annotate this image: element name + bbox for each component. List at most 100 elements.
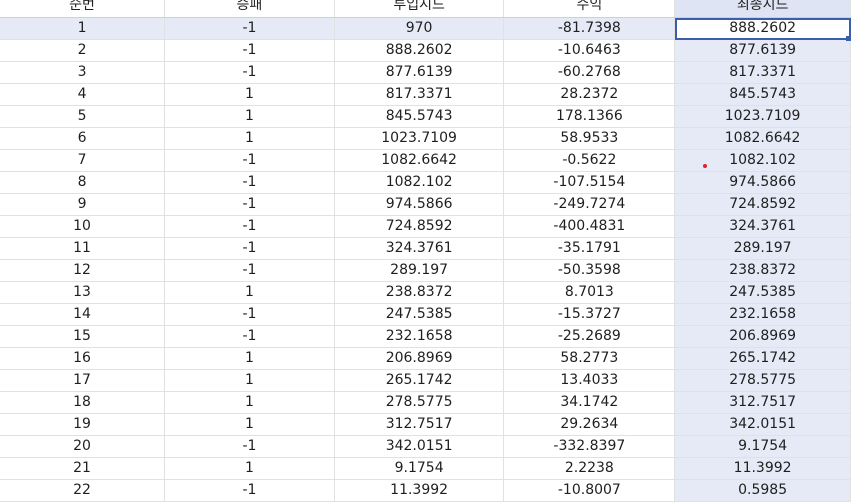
cell-order[interactable]: 12 xyxy=(0,259,166,282)
cell-profit[interactable]: 178.1366 xyxy=(503,105,676,128)
cell-input-seed[interactable]: 845.5743 xyxy=(334,105,505,128)
cell-final-seed[interactable]: 1082.6642 xyxy=(674,127,851,150)
cell-profit[interactable]: -10.8007 xyxy=(503,479,676,502)
cell-final-seed[interactable]: 888.2602 xyxy=(674,17,851,40)
cell-order[interactable]: 1 xyxy=(0,17,166,40)
cell-final-seed[interactable]: 342.0151 xyxy=(674,413,851,436)
cell-input-seed[interactable]: 1082.6642 xyxy=(334,149,505,172)
cell-order[interactable]: 14 xyxy=(0,303,166,326)
cell-final-seed[interactable]: 9.1754 xyxy=(674,435,851,458)
cell-result[interactable]: 1 xyxy=(164,83,335,106)
cell-order[interactable]: 5 xyxy=(0,105,166,128)
cell-input-seed[interactable]: 724.8592 xyxy=(334,215,505,238)
cell-order[interactable]: 19 xyxy=(0,413,166,436)
cell-order[interactable]: 16 xyxy=(0,347,166,370)
cell-final-seed[interactable]: 1023.7109 xyxy=(674,105,851,128)
cell-result[interactable]: 1 xyxy=(164,347,335,370)
cell-profit[interactable]: -400.4831 xyxy=(503,215,676,238)
cell-result[interactable]: -1 xyxy=(164,325,335,348)
cell-final-seed[interactable]: 247.5385 xyxy=(674,281,851,304)
cell-profit[interactable]: -0.5622 xyxy=(503,149,676,172)
cell-order[interactable]: 17 xyxy=(0,369,166,392)
cell-order[interactable]: 10 xyxy=(0,215,166,238)
cell-input-seed[interactable]: 974.5866 xyxy=(334,193,505,216)
cell-profit[interactable]: -60.2768 xyxy=(503,61,676,84)
cell-profit[interactable]: -50.3598 xyxy=(503,259,676,282)
cell-profit[interactable]: 29.2634 xyxy=(503,413,676,436)
cell-result[interactable]: 1 xyxy=(164,391,335,414)
cell-order[interactable]: 4 xyxy=(0,83,166,106)
cell-result[interactable]: -1 xyxy=(164,61,335,84)
cell-order[interactable]: 20 xyxy=(0,435,166,458)
cell-final-seed[interactable]: 238.8372 xyxy=(674,259,851,282)
cell-final-seed[interactable]: 877.6139 xyxy=(674,39,851,62)
cell-result[interactable]: -1 xyxy=(164,259,335,282)
cell-result[interactable]: -1 xyxy=(164,303,335,326)
cell-input-seed[interactable]: 206.8969 xyxy=(334,347,505,370)
cell-result[interactable]: 1 xyxy=(164,105,335,128)
cell-final-seed[interactable]: 11.3992 xyxy=(674,457,851,480)
cell-final-seed[interactable]: 289.197 xyxy=(674,237,851,260)
cell-order[interactable]: 7 xyxy=(0,149,166,172)
cell-order[interactable]: 18 xyxy=(0,391,166,414)
cell-final-seed[interactable]: 0.5985 xyxy=(674,479,851,502)
cell-profit[interactable]: 58.2773 xyxy=(503,347,676,370)
cell-final-seed[interactable]: 1082.102 xyxy=(674,149,851,172)
cell-order[interactable]: 8 xyxy=(0,171,166,194)
cell-input-seed[interactable]: 970 xyxy=(334,17,505,40)
cell-final-seed[interactable]: 265.1742 xyxy=(674,347,851,370)
column-header-profit[interactable]: 수익 xyxy=(503,0,676,18)
cell-final-seed[interactable]: 324.3761 xyxy=(674,215,851,238)
cell-order[interactable]: 21 xyxy=(0,457,166,480)
cell-result[interactable]: 1 xyxy=(164,369,335,392)
cell-result[interactable]: 1 xyxy=(164,127,335,150)
cell-input-seed[interactable]: 247.5385 xyxy=(334,303,505,326)
cell-final-seed[interactable]: 312.7517 xyxy=(674,391,851,414)
cell-input-seed[interactable]: 888.2602 xyxy=(334,39,505,62)
cell-final-seed[interactable]: 974.5866 xyxy=(674,171,851,194)
column-header-final-seed[interactable]: 최종시드 xyxy=(674,0,851,18)
cell-input-seed[interactable]: 265.1742 xyxy=(334,369,505,392)
cell-input-seed[interactable]: 817.3371 xyxy=(334,83,505,106)
cell-input-seed[interactable]: 11.3992 xyxy=(334,479,505,502)
cell-profit[interactable]: 28.2372 xyxy=(503,83,676,106)
cell-profit[interactable]: -25.2689 xyxy=(503,325,676,348)
fill-handle[interactable] xyxy=(846,36,851,41)
cell-final-seed[interactable]: 724.8592 xyxy=(674,193,851,216)
column-header-result[interactable]: 승패 xyxy=(164,0,335,18)
cell-result[interactable]: -1 xyxy=(164,171,335,194)
cell-final-seed[interactable]: 278.5775 xyxy=(674,369,851,392)
cell-profit[interactable]: 34.1742 xyxy=(503,391,676,414)
cell-order[interactable]: 13 xyxy=(0,281,166,304)
cell-profit[interactable]: -15.3727 xyxy=(503,303,676,326)
cell-profit[interactable]: 2.2238 xyxy=(503,457,676,480)
cell-profit[interactable]: -10.6463 xyxy=(503,39,676,62)
cell-final-seed[interactable]: 845.5743 xyxy=(674,83,851,106)
cell-result[interactable]: 1 xyxy=(164,457,335,480)
cell-final-seed[interactable]: 206.8969 xyxy=(674,325,851,348)
cell-final-seed[interactable]: 817.3371 xyxy=(674,61,851,84)
cell-profit[interactable]: -332.8397 xyxy=(503,435,676,458)
cell-order[interactable]: 9 xyxy=(0,193,166,216)
cell-input-seed[interactable]: 9.1754 xyxy=(334,457,505,480)
cell-order[interactable]: 11 xyxy=(0,237,166,260)
cell-result[interactable]: -1 xyxy=(164,39,335,62)
cell-input-seed[interactable]: 324.3761 xyxy=(334,237,505,260)
cell-result[interactable]: 1 xyxy=(164,413,335,436)
cell-result[interactable]: -1 xyxy=(164,193,335,216)
cell-input-seed[interactable]: 278.5775 xyxy=(334,391,505,414)
cell-input-seed[interactable]: 877.6139 xyxy=(334,61,505,84)
cell-profit[interactable]: -107.5154 xyxy=(503,171,676,194)
cell-input-seed[interactable]: 232.1658 xyxy=(334,325,505,348)
cell-order[interactable]: 6 xyxy=(0,127,166,150)
cell-result[interactable]: -1 xyxy=(164,237,335,260)
cell-profit[interactable]: 58.9533 xyxy=(503,127,676,150)
cell-profit[interactable]: 8.7013 xyxy=(503,281,676,304)
column-header-input-seed[interactable]: 투입시드 xyxy=(334,0,505,18)
cell-result[interactable]: -1 xyxy=(164,17,335,40)
cell-input-seed[interactable]: 1082.102 xyxy=(334,171,505,194)
cell-result[interactable]: 1 xyxy=(164,281,335,304)
cell-profit[interactable]: -249.7274 xyxy=(503,193,676,216)
cell-input-seed[interactable]: 289.197 xyxy=(334,259,505,282)
cell-result[interactable]: -1 xyxy=(164,435,335,458)
